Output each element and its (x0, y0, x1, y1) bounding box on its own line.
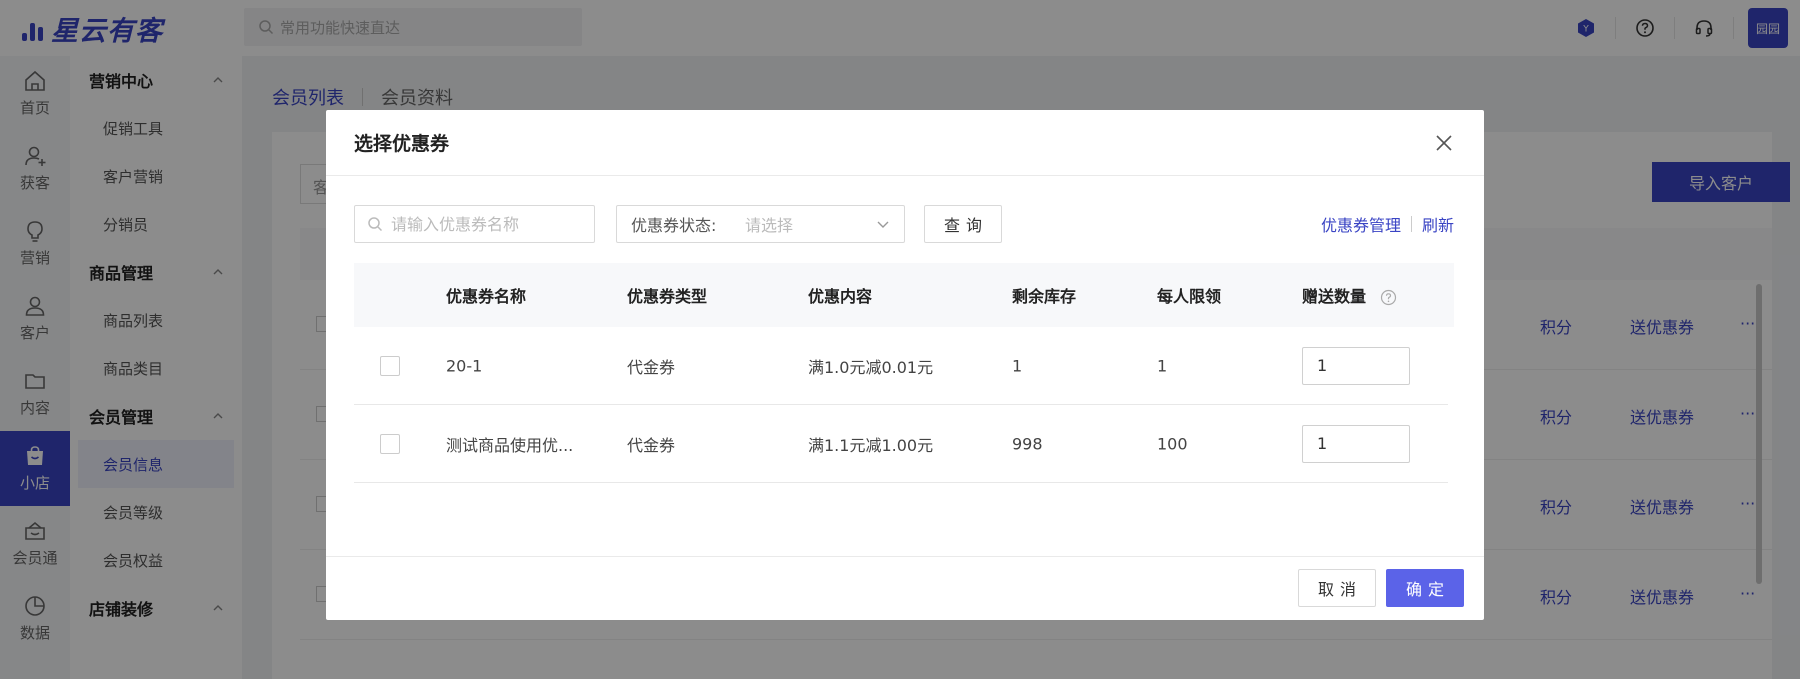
coupon-name: 20-1 (446, 356, 483, 375)
coupon-table: 优惠券名称 优惠券类型 优惠内容 剩余库存 每人限领 赠送数量 20-1 代金券… (354, 263, 1454, 483)
gift-quantity-input[interactable] (1302, 346, 1410, 385)
column-header-stock: 剩余库存 (1012, 287, 1077, 306)
confirm-button[interactable]: 确定 (1386, 569, 1464, 607)
coupon-links: 优惠券管理 刷新 (1321, 205, 1454, 243)
cancel-button[interactable]: 取消 (1298, 569, 1376, 607)
coupon-type: 代金券 (627, 357, 676, 377)
coupon-row: 20-1 代金券 满1.0元减0.01元 1 1 (354, 327, 1448, 405)
coupon-type: 代金券 (627, 435, 676, 455)
dialog-header: 选择优惠券 (326, 110, 1484, 176)
refresh-link[interactable]: 刷新 (1422, 212, 1454, 236)
coupon-qty-cell (1302, 346, 1410, 385)
coupon-content: 满1.1元减1.00元 (808, 435, 934, 455)
coupon-stock: 998 (1012, 434, 1043, 453)
question-circle-icon (1380, 289, 1396, 306)
coupon-status-select[interactable]: 优惠券状态: 请选择 (616, 205, 905, 243)
search-icon (368, 217, 383, 232)
coupon-name-field[interactable] (354, 205, 595, 243)
coupon-row-checkbox-cell (380, 433, 400, 454)
coupon-stock: 1 (1012, 356, 1023, 375)
coupon-content: 满1.0元减0.01元 (808, 357, 934, 377)
qty-help-icon[interactable] (1380, 289, 1397, 306)
column-header-qty: 赠送数量 (1302, 283, 1397, 307)
coupon-row-checkbox-cell (380, 355, 400, 376)
coupon-row-checkbox[interactable] (380, 433, 400, 454)
coupon-filter-bar: 优惠券状态: 请选择 查询 优惠券管理 刷新 (354, 205, 1454, 243)
select-coupon-dialog: 选择优惠券 优惠券状态: 请选择 查询 优惠券管理 刷新 优惠券名称 优惠券类型… (326, 110, 1484, 620)
coupon-row-checkbox[interactable] (380, 355, 400, 376)
close-button[interactable] (1432, 131, 1456, 155)
query-button[interactable]: 查询 (924, 205, 1002, 243)
coupon-name-input[interactable] (391, 214, 581, 234)
coupon-row: 测试商品使用优... 代金券 满1.1元减1.00元 998 100 (354, 405, 1448, 483)
coupon-manage-link[interactable]: 优惠券管理 (1321, 212, 1401, 236)
gift-quantity-input[interactable] (1302, 424, 1410, 463)
coupon-table-header: 优惠券名称 优惠券类型 优惠内容 剩余库存 每人限领 赠送数量 (354, 263, 1454, 327)
coupon-qty-cell (1302, 424, 1410, 463)
divider (1410, 216, 1412, 232)
chevron-down-icon (877, 221, 889, 228)
column-header-limit: 每人限领 (1157, 287, 1222, 306)
column-header-name: 优惠券名称 (446, 287, 527, 306)
column-header-content: 优惠内容 (808, 287, 873, 306)
close-icon (1436, 134, 1452, 151)
dialog-footer: 取消 确定 (326, 556, 1484, 620)
dialog-title: 选择优惠券 (354, 133, 450, 155)
coupon-status-label: 优惠券状态: (631, 216, 717, 235)
coupon-status-placeholder: 请选择 (745, 216, 794, 235)
column-header-type: 优惠券类型 (627, 287, 708, 306)
column-header-qty-label: 赠送数量 (1302, 287, 1367, 306)
coupon-name: 测试商品使用优... (446, 435, 574, 455)
coupon-limit: 1 (1157, 356, 1168, 375)
coupon-limit: 100 (1157, 434, 1188, 453)
